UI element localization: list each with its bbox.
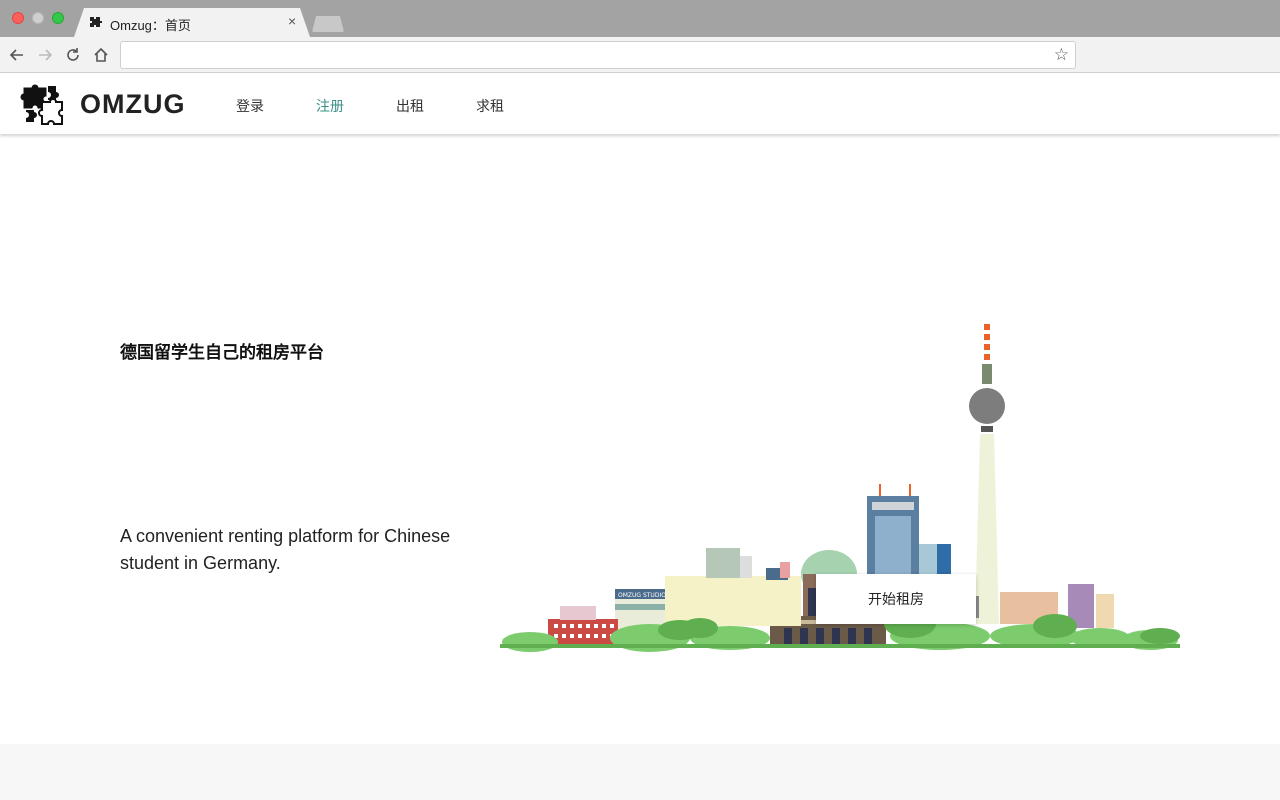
site-header: OMZUG 登录 注册 出租 求租 bbox=[0, 74, 1280, 134]
puzzle-favicon-icon bbox=[90, 17, 102, 27]
address-bar[interactable]: ☆ bbox=[120, 41, 1076, 69]
hero-title: 德国留学生自己的租房平台 bbox=[120, 343, 324, 363]
home-icon[interactable] bbox=[90, 44, 112, 66]
window-close-button[interactable] bbox=[12, 12, 24, 24]
tab-title: Omzug：首页 bbox=[110, 18, 191, 33]
start-renting-button[interactable]: 开始租房 bbox=[816, 574, 976, 624]
footer bbox=[0, 744, 1280, 800]
browser-toolbar: ☆ bbox=[0, 37, 1280, 73]
nav-seek-rental[interactable]: 求租 bbox=[476, 96, 504, 116]
nav-login[interactable]: 登录 bbox=[236, 96, 264, 116]
hero-section: 德国留学生自己的租房平台 A convenient renting platfo… bbox=[0, 134, 1280, 744]
tab-close-icon[interactable]: × bbox=[288, 13, 296, 29]
studio-sign: OMZUG STUDIO bbox=[618, 592, 666, 599]
forward-arrow-icon[interactable] bbox=[34, 44, 56, 66]
logo-text[interactable]: OMZUG bbox=[80, 89, 186, 120]
hero-subtitle: A convenient renting platform for Chines… bbox=[120, 526, 451, 573]
browser-tab[interactable]: Omzug：首页 × bbox=[74, 8, 310, 37]
window-minimize-button[interactable] bbox=[32, 12, 44, 24]
back-arrow-icon[interactable] bbox=[6, 44, 28, 66]
nav-rent-out[interactable]: 出租 bbox=[396, 96, 424, 116]
browser-tab-bar: Omzug：首页 × bbox=[0, 0, 1280, 37]
window-maximize-button[interactable] bbox=[52, 12, 64, 24]
nav-register[interactable]: 注册 bbox=[316, 96, 344, 116]
puzzle-logo-icon[interactable] bbox=[20, 82, 66, 128]
new-tab-button[interactable] bbox=[312, 16, 344, 32]
reload-icon[interactable] bbox=[62, 44, 84, 66]
bookmark-star-icon[interactable]: ☆ bbox=[1054, 45, 1069, 65]
